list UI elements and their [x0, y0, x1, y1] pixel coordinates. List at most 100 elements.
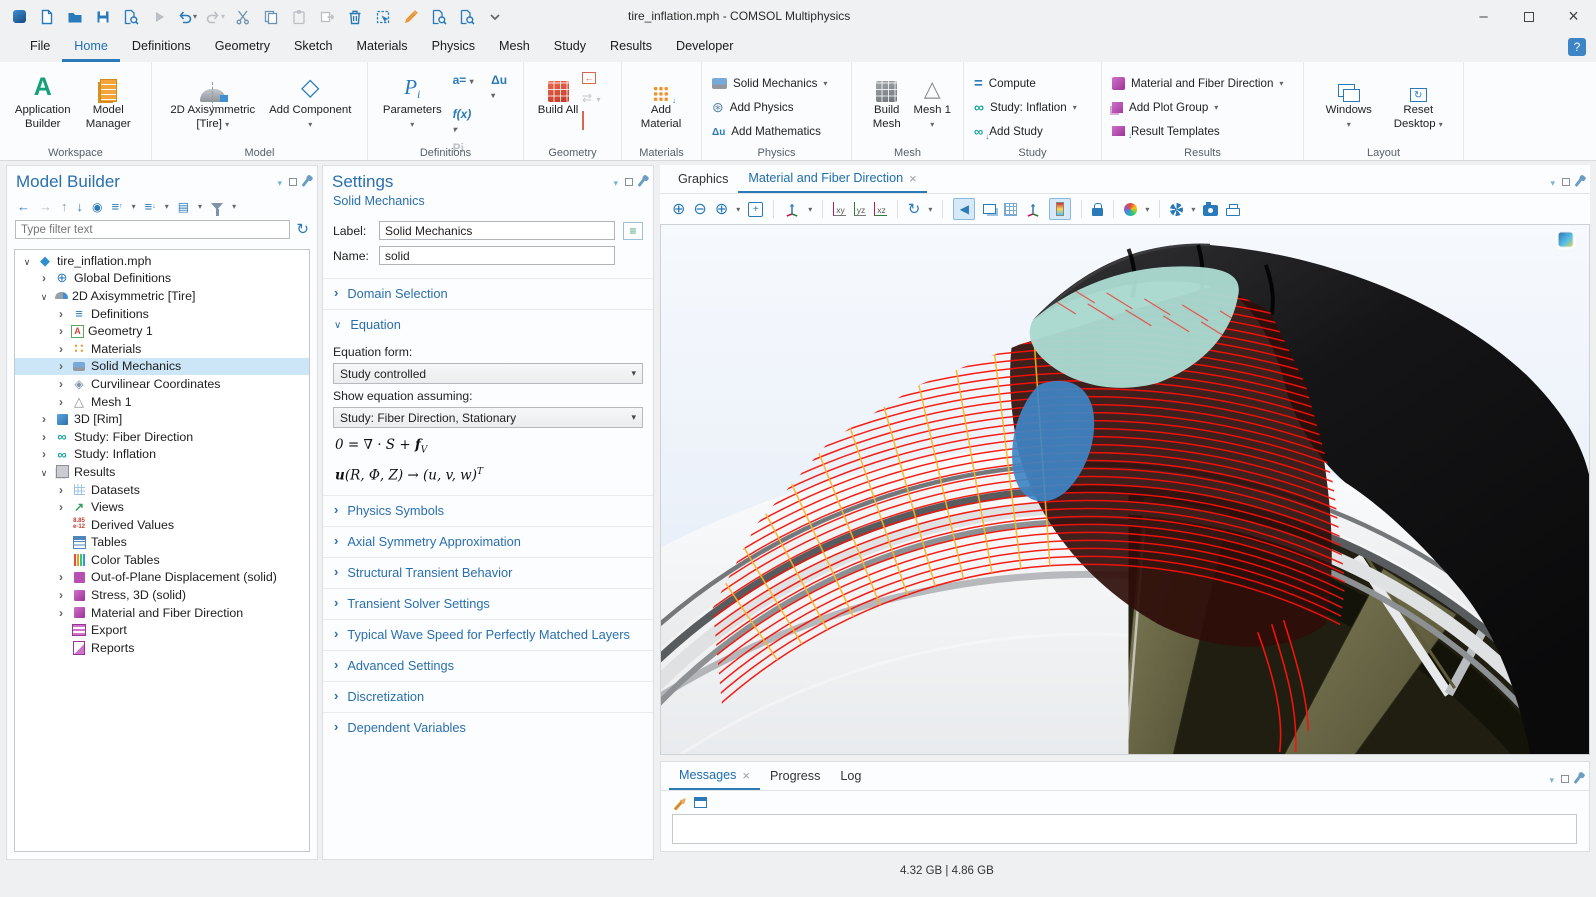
open-file-icon[interactable] — [62, 5, 88, 29]
messages-output[interactable] — [672, 814, 1577, 844]
transparency-icon[interactable] — [983, 204, 996, 214]
tree-item[interactable]: Geometry 1 — [15, 322, 309, 340]
undo-icon[interactable] — [174, 5, 200, 29]
menu-tab-materials[interactable]: Materials — [345, 33, 420, 62]
close-icon[interactable] — [909, 171, 917, 186]
reset-desktop-button[interactable]: Reset Desktop — [1387, 65, 1449, 131]
tree-expander-icon[interactable] — [38, 447, 50, 461]
pin-icon[interactable] — [302, 178, 310, 187]
axisymmetric-tire-button[interactable]: 2D Axisymmetric [Tire] — [165, 65, 261, 131]
menu-tab-home[interactable]: Home — [62, 33, 120, 62]
tree-expander-icon[interactable] — [55, 570, 67, 584]
tree-expander-icon[interactable] — [55, 588, 67, 602]
import-icon[interactable] — [582, 72, 596, 84]
zoom-out-icon[interactable] — [693, 199, 706, 219]
chevron-down-icon[interactable] — [132, 202, 136, 211]
settings-section-header[interactable]: Dependent Variables — [323, 712, 653, 741]
tree-item[interactable]: Curvilinear Coordinates — [15, 375, 309, 393]
tree-expander-icon[interactable] — [38, 412, 50, 426]
maximize-button[interactable] — [1506, 0, 1551, 33]
clear-log-icon[interactable] — [674, 800, 684, 810]
default-3d-view-icon[interactable] — [784, 201, 800, 217]
open-in-window-icon[interactable] — [694, 797, 707, 808]
chevron-down-icon[interactable] — [1191, 205, 1195, 214]
tree-item[interactable]: Stress, 3D (solid) — [15, 586, 309, 604]
settings-section-header[interactable]: Equation — [323, 309, 653, 338]
tab-messages[interactable]: Messages — [669, 762, 760, 790]
environment-reflections-icon[interactable] — [1170, 203, 1183, 216]
tab-graphics[interactable]: Graphics — [668, 165, 738, 193]
panel-menu-icon[interactable] — [277, 173, 282, 191]
settings-section-header[interactable]: Structural Transient Behavior — [323, 557, 653, 586]
tab-material-and-fiber-direction[interactable]: Material and Fiber Direction — [738, 165, 926, 193]
compute-button[interactable]: Compute — [974, 73, 1077, 93]
settings-section-header[interactable]: Axial Symmetry Approximation — [323, 526, 653, 555]
menu-tab-definitions[interactable]: Definitions — [120, 33, 203, 62]
zoom-in-icon[interactable] — [672, 199, 685, 219]
tree-item[interactable]: Export — [15, 621, 309, 639]
study-inflation-button[interactable]: Study: Inflation — [974, 97, 1077, 117]
tab-log[interactable]: Log — [830, 762, 871, 790]
tree-expander-icon[interactable] — [55, 359, 67, 373]
menu-tab-geometry[interactable]: Geometry — [203, 33, 282, 62]
tree-item[interactable]: Definitions — [15, 305, 309, 323]
run-icon[interactable] — [146, 5, 172, 29]
result-templates-button[interactable]: Result Templates — [1112, 121, 1283, 141]
add-plot-group-button[interactable]: Add Plot Group — [1112, 97, 1283, 117]
copy-icon[interactable] — [258, 5, 284, 29]
chevron-down-icon[interactable] — [232, 202, 236, 211]
menu-tab-sketch[interactable]: Sketch — [282, 33, 345, 62]
settings-section-header[interactable]: Physics Symbols — [323, 495, 653, 524]
view-xz-icon[interactable]: xz — [874, 202, 887, 216]
menu-tab-mesh[interactable]: Mesh — [487, 33, 542, 62]
tree-expander-icon[interactable] — [38, 271, 50, 285]
tree-item[interactable]: Out-of-Plane Displacement (solid) — [15, 569, 309, 587]
add-material-button[interactable]: Add Material — [632, 65, 690, 131]
duplicate-icon[interactable] — [314, 5, 340, 29]
panel-menu-icon[interactable] — [1549, 770, 1554, 788]
tree-expander-icon[interactable] — [38, 289, 50, 303]
customize-toolbar-icon[interactable] — [482, 5, 508, 29]
show-equation-select[interactable]: Study: Fiber Direction, Stationary — [333, 407, 643, 428]
tree-item[interactable]: Tables — [15, 534, 309, 552]
application-builder-button[interactable]: Application Builder — [10, 65, 76, 131]
tree-item[interactable]: Datasets — [15, 481, 309, 499]
color-legend-icon[interactable] — [1049, 198, 1071, 220]
settings-section-header[interactable]: Domain Selection — [323, 278, 653, 307]
tree-item[interactable]: Mesh 1 — [15, 393, 309, 411]
tree-item[interactable]: Study: Fiber Direction — [15, 428, 309, 446]
tree-item[interactable]: Material and Fiber Direction — [15, 604, 309, 622]
scene-light-icon[interactable] — [953, 198, 975, 220]
tree-expander-icon[interactable] — [55, 500, 67, 514]
chevron-down-icon[interactable] — [198, 202, 202, 211]
add-mathematics-button[interactable]: Add Mathematics — [712, 121, 827, 141]
paste-icon[interactable] — [286, 5, 312, 29]
select-box-icon[interactable] — [370, 5, 396, 29]
menu-tab-results[interactable]: Results — [598, 33, 664, 62]
menu-tab-developer[interactable]: Developer — [664, 33, 745, 62]
tree-expander-icon[interactable] — [55, 377, 67, 391]
chevron-down-icon[interactable] — [193, 12, 197, 21]
delete-icon[interactable] — [342, 5, 368, 29]
new-file-icon[interactable] — [34, 5, 60, 29]
filter-icon[interactable] — [211, 203, 223, 210]
tree-expander-icon[interactable] — [38, 465, 50, 479]
model-manager-button[interactable]: Model Manager — [76, 65, 142, 131]
tree-expander-icon[interactable] — [55, 395, 67, 409]
add-study-button[interactable]: Add Study — [974, 121, 1077, 141]
save-as-icon[interactable] — [118, 5, 144, 29]
panel-menu-icon[interactable] — [1550, 173, 1555, 191]
image-snapshot-icon[interactable] — [1203, 205, 1218, 216]
nonlocal-couplings-button[interactable]: Δu — [491, 73, 513, 101]
tree-item[interactable]: 2D Axisymmetric [Tire] — [15, 287, 309, 305]
tree-expander-icon[interactable] — [55, 342, 67, 356]
tree-item[interactable]: Derived Values — [15, 516, 309, 534]
material-and-fiber-direction-button[interactable]: Material and Fiber Direction — [1112, 73, 1283, 93]
tree-item[interactable]: Views — [15, 498, 309, 516]
float-panel-icon[interactable] — [1562, 178, 1570, 186]
tree-item[interactable]: Study: Inflation — [15, 446, 309, 464]
settings-section-header[interactable]: Discretization — [323, 681, 653, 710]
tree-item[interactable]: Solid Mechanics — [15, 358, 309, 376]
panel-menu-icon[interactable] — [613, 173, 618, 191]
menu-tab-file[interactable]: File — [18, 33, 62, 62]
